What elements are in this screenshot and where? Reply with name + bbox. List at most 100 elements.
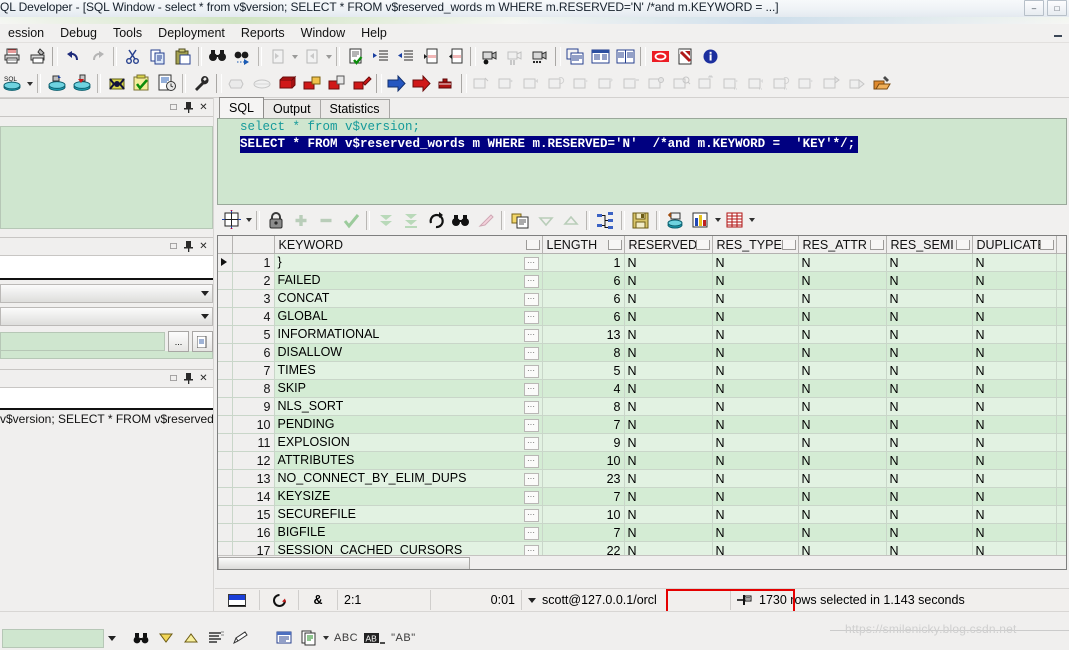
row-selector[interactable] [218,253,233,272]
cell-expand-icon[interactable]: ··· [523,311,539,324]
table-row[interactable]: 6 ··· DISALLOW 8 N N N N N [218,343,1066,362]
row-selector[interactable] [218,415,233,434]
table-icon[interactable] [722,209,747,232]
cell-keyword[interactable]: ··· ATTRIBUTES [274,451,543,470]
mid-panel-field[interactable] [0,256,213,280]
window-list-icon[interactable] [563,45,588,68]
grid-layout-icon[interactable] [219,209,244,232]
db-red-icon[interactable] [274,72,299,95]
row-selector[interactable] [218,505,233,524]
cell-res-type[interactable]: N [712,523,799,542]
cell-reserved[interactable]: N [624,289,713,308]
table-dropdown[interactable] [747,209,756,232]
db-brush-icon[interactable] [349,72,374,95]
sec-grip-3[interactable] [461,74,467,93]
menu-item-help[interactable]: Help [353,24,395,42]
menu-item-debug[interactable]: Debug [52,24,105,42]
cell-expand-icon[interactable]: ··· [523,275,539,288]
header-res-type[interactable]: RES_TYPE [712,236,799,254]
cell-length[interactable]: 9 [542,433,625,452]
stop-icon[interactable] [434,72,459,95]
cell-reserved[interactable]: N [624,379,713,398]
result-grid[interactable]: KEYWORD LENGTH RESERVED RES_TYPE RES_ATT… [217,235,1067,570]
owner-combo[interactable] [0,307,213,326]
cell-length[interactable]: 6 [542,289,625,308]
find-icon[interactable] [205,45,230,68]
bottom-combo[interactable] [2,628,116,648]
cell-res-attr[interactable]: N [798,271,887,290]
table-row[interactable]: 5 ··· INFORMATIONAL 13 N N N N N [218,325,1066,344]
window-cascade-icon[interactable] [613,45,638,68]
cell-keyword[interactable]: ··· FAILED [274,271,543,290]
cut-icon[interactable] [120,45,145,68]
undo-icon[interactable] [60,45,85,68]
cell-res-attr[interactable]: N [798,253,887,272]
chart-icon[interactable] [688,209,713,232]
test-icon[interactable] [104,72,129,95]
row-selector[interactable] [218,361,233,380]
info-icon[interactable] [698,45,723,68]
cell-length[interactable]: 7 [542,487,625,506]
cell-duplicate[interactable]: N [972,433,1057,452]
grid-layout-dropdown[interactable] [244,209,253,232]
open-icon[interactable] [44,72,69,95]
cell-res-semi[interactable]: N [886,253,973,272]
cell-res-type[interactable]: N [712,415,799,434]
print-icon[interactable] [0,45,25,68]
top-panel-content[interactable] [0,126,213,229]
cell-expand-icon[interactable]: ··· [523,329,539,342]
cell-expand-icon[interactable]: ··· [523,491,539,504]
header-keyword[interactable]: KEYWORD [274,236,543,254]
cell-duplicate[interactable]: N [972,451,1057,470]
cell-reserved[interactable]: N [624,325,713,344]
toolbar-grip-2[interactable] [470,47,476,66]
cell-res-semi[interactable]: N [886,415,973,434]
minimize-button[interactable]: – [1024,0,1044,16]
save-grid-icon[interactable] [628,209,653,232]
chevron-down-icon[interactable] [528,597,536,603]
cell-res-type[interactable]: N [712,271,799,290]
cell-duplicate[interactable]: N [972,307,1057,326]
status-rollback-cell[interactable] [260,590,299,610]
cell-keyword[interactable]: ··· BIGFILE [274,523,543,542]
cell-reserved[interactable]: N [624,307,713,326]
browse-button[interactable]: ... [168,331,189,352]
row-selector[interactable] [218,397,233,416]
mdi-minimize-icon[interactable] [1052,27,1065,39]
indent-icon[interactable] [368,45,393,68]
object-type-combo[interactable] [0,284,213,303]
refresh-icon[interactable] [423,209,448,232]
cell-res-type[interactable]: N [712,325,799,344]
tree-view-icon[interactable] [593,209,618,232]
print-setup-icon[interactable] [25,45,50,68]
cell-res-attr[interactable]: N [798,343,887,362]
menu-item-reports[interactable]: Reports [233,24,293,42]
cell-res-semi[interactable]: N [886,451,973,470]
table-row[interactable]: 15 ··· SECUREFILE 10 N N N N N [218,505,1066,524]
cell-keyword[interactable]: ··· NO_CONNECT_BY_ELIM_DUPS [274,469,543,488]
row-selector[interactable] [218,487,233,506]
col-resize-grip[interactable] [955,240,970,250]
cell-keyword[interactable]: ··· EXPLOSION [274,433,543,452]
window-icon-bottom[interactable] [271,627,296,650]
cell-reserved[interactable]: N [624,253,713,272]
cell-length[interactable]: 6 [542,271,625,290]
ab-quoted-label[interactable]: "AB" [387,632,419,644]
cell-res-semi[interactable]: N [886,469,973,488]
cell-length[interactable]: 10 [542,505,625,524]
menu-item-tools[interactable]: Tools [105,24,150,42]
table-row[interactable]: 9 ··· NLS_SORT 8 N N N N N [218,397,1066,416]
cell-res-attr[interactable]: N [798,505,887,524]
cell-keyword[interactable]: ··· DISALLOW [274,343,543,362]
oracle-icon[interactable] [648,45,673,68]
cell-reserved[interactable]: N [624,469,713,488]
cell-res-type[interactable]: N [712,469,799,488]
cell-duplicate[interactable]: N [972,397,1057,416]
cell-res-type[interactable]: N [712,433,799,452]
cell-reserved[interactable]: N [624,343,713,362]
cell-res-semi[interactable]: N [886,343,973,362]
table-row[interactable]: 1 ···} 1 N N N N N [218,253,1066,272]
copy-icon-bottom[interactable] [296,627,321,650]
row-selector[interactable] [218,271,233,290]
cell-res-attr[interactable]: N [798,451,887,470]
